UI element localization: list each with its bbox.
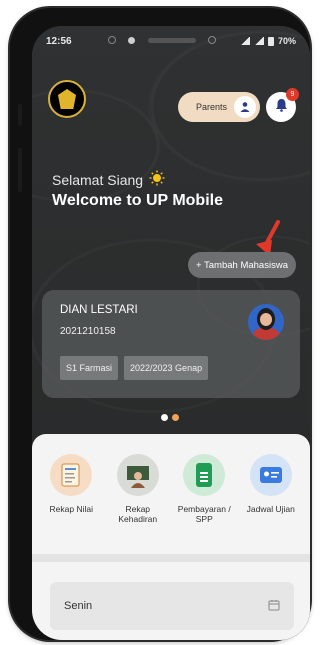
menu-label: Rekap Kehadiran	[118, 504, 158, 525]
menu-rekap-kehadiran[interactable]: Rekap Kehadiran	[106, 454, 170, 524]
signal-icon	[253, 37, 264, 45]
semester-chip: 2022/2023 Genap	[124, 356, 209, 380]
section-divider	[32, 554, 310, 562]
add-student-button[interactable]: + Tambah Mahasiswa	[188, 252, 296, 278]
battery-percent: 70%	[277, 36, 296, 46]
menu-label: Pembayaran / SPP	[177, 504, 231, 525]
greeting: Selamat Siang	[52, 170, 165, 189]
menu-label: Rekap Nilai	[49, 504, 93, 514]
carousel-indicator	[161, 414, 179, 421]
exam-schedule-icon	[249, 454, 292, 496]
person-icon	[234, 96, 256, 118]
university-logo	[48, 80, 86, 118]
camera-lens-icon	[108, 36, 116, 44]
calendar-icon	[268, 599, 280, 614]
payment-icon	[183, 454, 226, 496]
menu-row: Rekap Nilai Rekap Kehadiran Pembayaran /…	[32, 454, 310, 524]
parents-switch-button[interactable]: Parents	[178, 92, 260, 122]
camera-notch	[102, 32, 222, 48]
volume-down-button	[18, 148, 22, 192]
menu-pembayaran[interactable]: Pembayaran / SPP	[172, 454, 236, 524]
menu-label: Jadwal Ujian	[246, 504, 295, 514]
menu-jadwal-ujian[interactable]: Jadwal Ujian	[239, 454, 303, 524]
carousel-dot-1	[161, 414, 168, 421]
volume-up-button	[18, 104, 22, 126]
program-chip: S1 Farmasi	[60, 356, 119, 380]
app-screen: 12:56 70% Parents 9 Selamat Siang Welcom…	[32, 26, 310, 640]
notification-button[interactable]: 9	[266, 88, 299, 122]
phone-frame: 12:56 70% Parents 9 Selamat Siang Welcom…	[10, 8, 310, 640]
student-chips: S1 Farmasi 2022/2023 Genap	[60, 356, 209, 380]
attendance-icon	[116, 454, 159, 496]
menu-panel: Rekap Nilai Rekap Kehadiran Pembayaran /…	[32, 434, 310, 640]
carousel-dot-2	[172, 414, 179, 421]
speaker-slot	[147, 37, 196, 43]
menu-rekap-nilai[interactable]: Rekap Nilai	[39, 454, 103, 524]
greeting-text: Selamat Siang	[52, 171, 144, 188]
parents-label: Parents	[196, 102, 228, 112]
student-card[interactable]: DIAN LESTARI 2021210158 S1 Farmasi 2022/…	[42, 290, 300, 398]
front-camera-icon	[207, 36, 216, 44]
avatar	[248, 304, 284, 340]
welcome-title: Welcome to UP Mobile	[52, 192, 223, 209]
battery-icon	[267, 36, 274, 46]
bell-icon	[275, 98, 288, 117]
status-time: 12:56	[46, 35, 72, 47]
sensor-dot-icon	[128, 36, 136, 44]
wifi-icon	[239, 37, 250, 45]
status-icons: 70%	[239, 36, 296, 46]
schedule-day: Senin	[64, 600, 93, 612]
schedule-day-selector[interactable]: Senin	[50, 582, 294, 630]
report-card-icon	[50, 454, 93, 496]
sun-icon	[149, 170, 165, 189]
notification-badge: 9	[286, 88, 299, 101]
